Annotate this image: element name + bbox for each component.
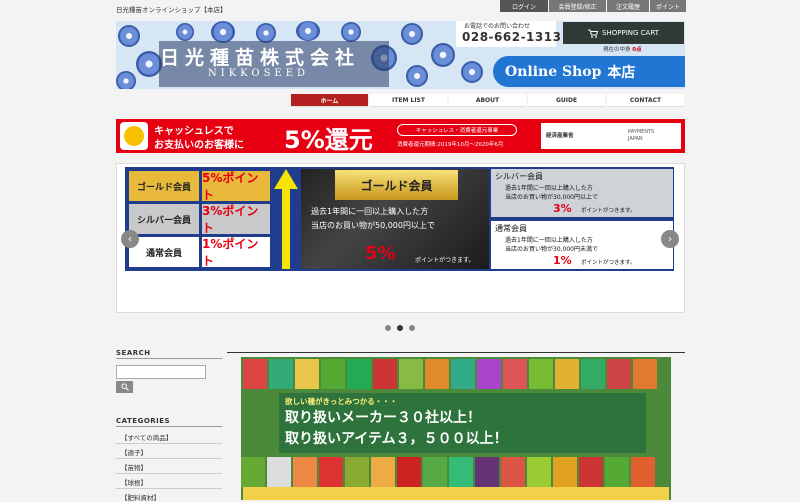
cashless-period: 消費者還元期間:2019年10月〜2020年6月: [397, 142, 504, 148]
cashless-big-text: 5%還元: [284, 126, 373, 153]
tier-gold-points: 5%ポイント: [202, 171, 270, 202]
gold-detail-pt-text: ポイントがつきます。: [415, 257, 475, 264]
cashless-line2: お支払いのお客様に: [154, 140, 244, 151]
silver-card-line1: 過去1年間に一回以上購入した方: [505, 185, 593, 192]
content-divider: [227, 352, 685, 353]
cart-count-value: 0点: [632, 47, 642, 53]
normal-card-pct: 1%: [553, 254, 572, 267]
normal-card-pt-text: ポイントがつきます。: [581, 260, 636, 266]
cashless-logo-icon: [120, 122, 148, 150]
seed-makers-text: 取り扱いメーカー３０社以上！: [285, 410, 481, 426]
silver-card-line2: 当店のお買い物が30,000円以上で: [505, 194, 598, 201]
category-item[interactable]: 【肥料資材】: [121, 492, 160, 502]
search-icon: [120, 383, 129, 391]
normal-card-line1: 過去1年間に一回以上購入した方: [505, 237, 593, 244]
company-name: 日光種苗株式会社: [160, 47, 361, 69]
gold-detail-pct: 5%: [365, 243, 396, 264]
gold-detail-line1: 過去1年間に一回以上購入した方: [311, 207, 429, 216]
cashless-banner[interactable]: キャッシュレスで お支払いのお客様に 5%還元 キャッシュレス・消費者還元事業 …: [116, 119, 685, 153]
cart-count-label: 現在の中身: [603, 47, 631, 53]
seed-items-text: 取り扱いアイテム３，５００以上！: [285, 431, 508, 447]
member-slide[interactable]: ゴールド会員 5%ポイント シルバー会員 3%ポイント 通常会員 1%ポイント …: [125, 167, 674, 271]
online-shop-label: Online Shop: [505, 63, 602, 80]
gold-detail-line2: 当店のお買い物が50,000円以上で: [311, 221, 435, 230]
shop-suffix: 本店: [607, 64, 636, 81]
tier-silver-points: 3%ポイント: [202, 204, 270, 235]
nav-item-list[interactable]: ITEM LIST: [370, 94, 447, 107]
search-divider: [116, 358, 222, 359]
login-link[interactable]: ログイン: [500, 0, 548, 12]
search-input[interactable]: [116, 365, 206, 379]
category-item[interactable]: 【適子】: [121, 447, 147, 457]
nav-about[interactable]: ABOUT: [449, 94, 526, 107]
category-separator: [116, 458, 222, 459]
seed-tagline: 欲しい種がきっとみつかる・・・: [285, 397, 398, 406]
silver-card-pct: 3%: [553, 202, 572, 215]
normal-card-title: 通常会員: [495, 224, 527, 233]
slider-prev-button[interactable]: ‹: [121, 230, 139, 248]
main-nav: ホーム ITEM LIST ABOUT GUIDE CONTACT: [291, 94, 686, 107]
silver-card-pt-text: ポイントがつきます。: [581, 208, 636, 214]
slider-dot[interactable]: [409, 325, 415, 331]
nav-home[interactable]: ホーム: [291, 94, 368, 107]
phone-label: お電話でのお問い合わせ: [464, 23, 531, 30]
tier-gold-label: ゴールド会員: [129, 171, 199, 201]
meti-logo: 経済産業省: [546, 133, 574, 139]
tier-silver-label: シルバー会員: [129, 204, 199, 234]
slider-next-button[interactable]: ›: [661, 230, 679, 248]
gold-detail-title: ゴールド会員: [335, 170, 458, 200]
register-link[interactable]: 会員登録/修正: [549, 0, 606, 12]
phone-number: 028-662-1313: [462, 30, 562, 44]
shopping-cart-button[interactable]: SHOPPING CART: [563, 22, 684, 44]
cart-count: 現在の中身 0点: [603, 45, 642, 53]
tier-normal-label: 通常会員: [129, 237, 199, 267]
seed-banner[interactable]: 欲しい種がきっとみつかる・・・ 取り扱いメーカー３０社以上！ 取り扱いアイテム３…: [241, 357, 671, 500]
slider-dot[interactable]: [385, 325, 391, 331]
tier-normal-points: 1%ポイント: [202, 237, 270, 268]
category-item[interactable]: 【苗物】: [121, 462, 147, 472]
online-shop-badge: Online Shop 本店: [493, 56, 685, 87]
categories-heading: CATEGORIES: [116, 417, 171, 425]
pj-line2: JAPAN: [628, 136, 643, 142]
search-heading: SEARCH: [116, 349, 151, 357]
categories-divider: [116, 426, 222, 427]
points-link[interactable]: ポイント: [650, 0, 686, 12]
cashless-line1: キャッシュレスで: [154, 126, 234, 137]
up-arrow-icon: [274, 169, 298, 269]
category-separator: [116, 488, 222, 489]
payments-japan-logo: PAYMENTS JAPAN: [628, 129, 654, 143]
cart-label: SHOPPING CART: [602, 29, 659, 37]
search-button[interactable]: [116, 381, 133, 393]
cart-icon: [588, 29, 599, 38]
nav-guide[interactable]: GUIDE: [528, 94, 605, 107]
nav-contact[interactable]: CONTACT: [607, 94, 684, 107]
cashless-program-title: キャッシュレス・消費者還元事業: [397, 124, 517, 136]
category-item[interactable]: 【球根】: [121, 477, 147, 487]
silver-card-title: シルバー会員: [495, 172, 543, 181]
category-item[interactable]: 【すべての商品】: [121, 432, 172, 442]
chevron-left-icon: ‹: [128, 233, 132, 245]
category-separator: [116, 473, 222, 474]
slider-dot-active[interactable]: [397, 325, 403, 331]
site-title: 日光種苗オンラインショップ【本店】: [116, 6, 227, 14]
category-separator: [116, 443, 222, 444]
order-history-link[interactable]: 注文履歴: [607, 0, 649, 12]
pj-line1: PAYMENTS: [628, 129, 655, 135]
company-en: NIKKOSEED: [208, 68, 310, 79]
chevron-right-icon: ›: [668, 233, 672, 245]
normal-card-line2: 当店のお買い物が30,000円未満で: [505, 246, 598, 253]
